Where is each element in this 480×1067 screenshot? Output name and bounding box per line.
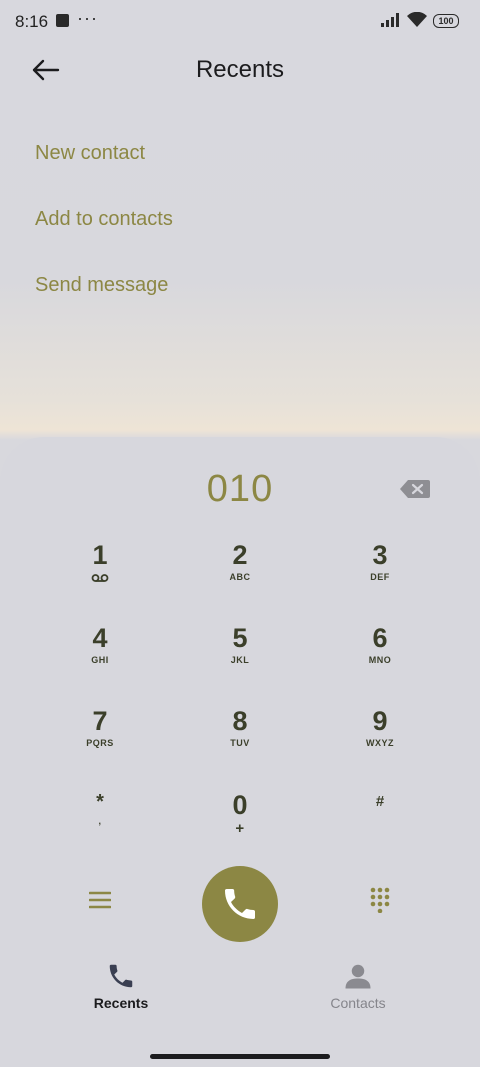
key-letters: GHI — [91, 655, 109, 665]
key-2[interactable]: 2 ABC — [180, 540, 300, 610]
tab-label: Recents — [93, 995, 149, 1011]
status-bar: 8:16 ··· 100 — [0, 0, 480, 42]
key-digit: 9 — [372, 706, 388, 736]
key-star[interactable]: * , — [40, 790, 160, 860]
key-6[interactable]: 6 MNO — [320, 623, 440, 693]
menu-icon[interactable] — [89, 890, 111, 910]
key-letters: ABC — [229, 572, 251, 582]
status-time: 8:16 — [15, 12, 49, 31]
phone-icon — [225, 889, 255, 919]
page-title: Recents — [195, 56, 285, 83]
key-digit: 8 — [232, 706, 248, 736]
tab-contacts[interactable]: Contacts — [298, 960, 418, 1011]
key-letters: DEF — [370, 572, 390, 582]
key-9[interactable]: 9 WXYZ — [320, 706, 440, 776]
key-letters: WXYZ — [366, 738, 394, 748]
home-indicator[interactable] — [150, 1054, 330, 1059]
phone-icon — [109, 964, 133, 988]
key-4[interactable]: 4 GHI — [40, 623, 160, 693]
key-digit: 5 — [232, 623, 248, 653]
backspace-icon[interactable] — [399, 479, 431, 499]
key-digit: # — [375, 793, 385, 810]
key-letters: PQRS — [86, 738, 114, 748]
key-8[interactable]: 8 TUV — [180, 706, 300, 776]
key-digit: 1 — [92, 540, 108, 570]
wifi-icon — [407, 12, 427, 27]
send-message-option[interactable]: Send message — [35, 274, 168, 297]
key-digit: 3 — [372, 540, 388, 570]
key-0[interactable]: 0 + — [180, 790, 300, 860]
signal-icon — [381, 13, 399, 27]
key-5[interactable]: 5 JKL — [180, 623, 300, 693]
key-1[interactable]: 1 — [40, 540, 160, 610]
key-digit: * — [96, 791, 104, 813]
battery-icon: 100 — [433, 14, 459, 28]
add-to-contacts-option[interactable]: Add to contacts — [35, 208, 173, 231]
key-digit: 2 — [232, 540, 248, 570]
call-button[interactable] — [202, 866, 278, 942]
tab-label: Contacts — [330, 995, 386, 1011]
more-notifications-icon: ··· — [77, 8, 98, 28]
notification-icon — [56, 14, 69, 27]
key-7[interactable]: 7 PQRS — [40, 706, 160, 776]
key-letters: + — [235, 820, 245, 837]
key-3[interactable]: 3 DEF — [320, 540, 440, 610]
tab-recents[interactable]: Recents — [61, 960, 181, 1011]
key-digit: 6 — [372, 623, 388, 653]
key-letters: TUV — [230, 738, 250, 748]
key-letters: JKL — [230, 655, 250, 665]
key-digit: 4 — [92, 623, 108, 653]
key-digit: 7 — [92, 706, 108, 736]
key-letters: , — [98, 816, 102, 826]
voicemail-icon — [91, 574, 109, 582]
dialpad-icon[interactable] — [370, 887, 390, 913]
key-letters: MNO — [368, 655, 392, 665]
key-hash[interactable]: # — [320, 790, 440, 860]
key-digit: 0 — [232, 790, 248, 820]
new-contact-option[interactable]: New contact — [35, 142, 145, 165]
person-icon — [345, 964, 371, 989]
